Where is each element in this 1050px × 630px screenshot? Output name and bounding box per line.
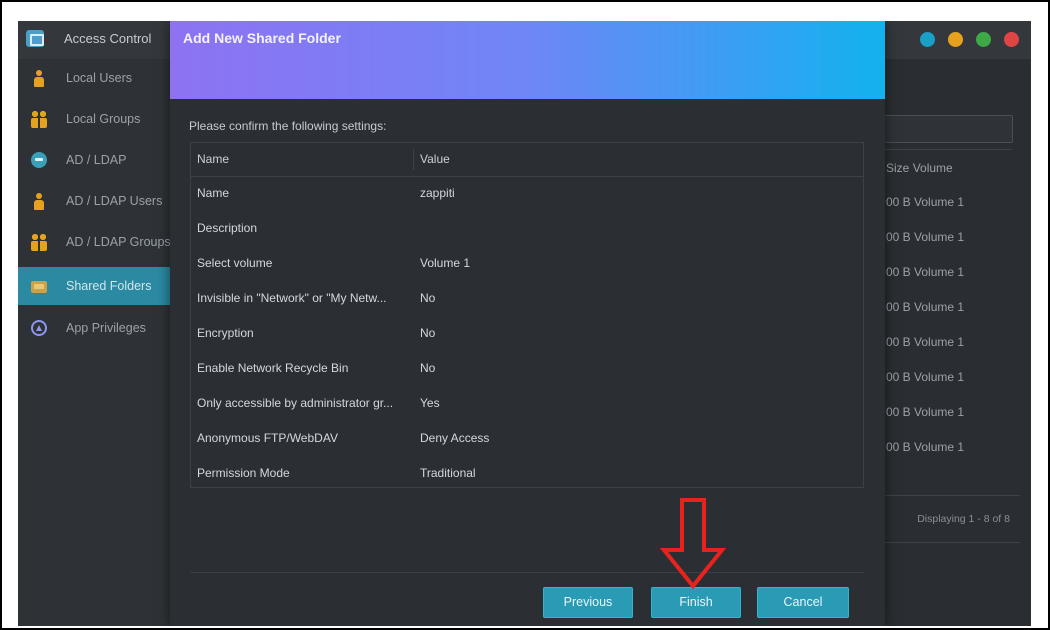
setting-value: zappiti (420, 186, 455, 200)
dialog-header: Add New Shared Folder (170, 21, 885, 99)
dialog-title: Add New Shared Folder (183, 30, 341, 46)
table-row: Permission Mode Traditional (191, 456, 863, 491)
table-row: Invisible in "Network" or "My Netw... No (191, 281, 863, 316)
column-header-volume[interactable]: Volume (913, 161, 953, 175)
sidebar-item-label: AD / LDAP (66, 153, 127, 167)
sidebar-item-label: AD / LDAP Groups (66, 235, 170, 249)
footer-divider (190, 572, 864, 573)
folder-icon (31, 281, 47, 293)
app-privileges-icon (31, 320, 47, 336)
sidebar: Local Users Local Groups AD / LDAP AD / … (18, 59, 170, 626)
sidebar-item-label: Shared Folders (66, 279, 152, 293)
setting-name: Description (197, 221, 258, 235)
sidebar-item-ad-ldap[interactable]: AD / LDAP (18, 141, 170, 179)
setting-name: Select volume (197, 256, 273, 270)
setting-value: No (420, 326, 436, 340)
screenshot-frame: Access Control Local Users Local Groups … (0, 0, 1050, 630)
table-row[interactable]: 00 B Volume 1 (886, 300, 964, 314)
access-control-window: Access Control Local Users Local Groups … (18, 21, 1031, 626)
group-icon (31, 111, 47, 128)
column-header-name: Name (197, 152, 230, 166)
sidebar-item-ad-ldap-users[interactable]: AD / LDAP Users (18, 182, 170, 220)
table-row: Enable Network Recycle Bin No (191, 351, 863, 386)
window-dot-icon[interactable] (920, 32, 935, 47)
window-controls (920, 32, 1019, 47)
table-row[interactable]: 00 B Volume 1 (886, 265, 964, 279)
setting-name: Invisible in "Network" or "My Netw... (197, 291, 387, 305)
setting-name: Only accessible by administrator gr... (197, 396, 394, 410)
group-icon (31, 234, 47, 251)
table-footer: Displaying 1 - 8 of 8 (880, 495, 1020, 543)
setting-name: Permission Mode (197, 466, 290, 480)
column-header-size[interactable]: Size (886, 161, 909, 175)
sidebar-item-label: App Privileges (66, 321, 146, 335)
sidebar-item-local-groups[interactable]: Local Groups (18, 100, 170, 138)
finish-button[interactable]: Finish (651, 587, 741, 618)
table-row: Anonymous FTP/WebDAV Deny Access (191, 421, 863, 456)
table-header: Size Volume (886, 161, 953, 175)
setting-value: No (420, 291, 436, 305)
table-row[interactable]: 00 B Volume 1 (886, 195, 964, 209)
column-divider (413, 149, 414, 170)
table-row[interactable]: 00 B Volume 1 (886, 405, 964, 419)
table-row[interactable]: 00 B Volume 1 (886, 370, 964, 384)
setting-value: Volume 1 (420, 256, 471, 270)
window-dot-icon[interactable] (976, 32, 991, 47)
sidebar-item-label: Local Users (66, 71, 132, 85)
setting-value: No (420, 361, 436, 375)
setting-value: Deny Access (420, 431, 490, 445)
setting-value: Traditional (420, 466, 476, 480)
table-row: Name zappiti (191, 176, 863, 211)
sidebar-item-shared-folders[interactable]: Shared Folders (18, 267, 170, 305)
setting-value: Yes (420, 396, 440, 410)
search-input[interactable] (873, 115, 1013, 143)
table-row: Description (191, 211, 863, 246)
setting-name: Name (197, 186, 230, 200)
access-control-app-icon (26, 30, 44, 47)
user-icon (31, 193, 47, 210)
app-title: Access Control (64, 31, 152, 46)
user-icon (31, 70, 47, 87)
table-row[interactable]: 00 B Volume 1 (886, 440, 964, 454)
window-dot-icon[interactable] (1004, 32, 1019, 47)
divider (884, 149, 1012, 150)
table-row: Encryption No (191, 316, 863, 351)
previous-button[interactable]: Previous (543, 587, 633, 618)
settings-summary-table: Name Value Name zappiti Description Sele… (190, 142, 864, 488)
confirm-instructions: Please confirm the following settings: (189, 119, 387, 133)
pagination-status: Displaying 1 - 8 of 8 (917, 513, 1010, 525)
window-dot-icon[interactable] (948, 32, 963, 47)
add-shared-folder-dialog: Add New Shared Folder Please confirm the… (170, 21, 885, 626)
sidebar-item-ad-ldap-groups[interactable]: AD / LDAP Groups (18, 223, 170, 261)
table-row[interactable]: 00 B Volume 1 (886, 335, 964, 349)
ad-ldap-icon (31, 152, 47, 168)
table-row: Select volume Volume 1 (191, 246, 863, 281)
table-row: Only accessible by administrator gr... Y… (191, 386, 863, 421)
sidebar-item-app-privileges[interactable]: App Privileges (18, 309, 170, 347)
sidebar-item-local-users[interactable]: Local Users (18, 59, 170, 97)
setting-name: Enable Network Recycle Bin (197, 361, 349, 375)
sidebar-item-label: AD / LDAP Users (66, 194, 163, 208)
sidebar-item-label: Local Groups (66, 112, 141, 126)
column-header-value: Value (420, 152, 450, 166)
setting-name: Anonymous FTP/WebDAV (197, 431, 338, 445)
table-row[interactable]: 00 B Volume 1 (886, 230, 964, 244)
red-arrow-annotation-icon (660, 498, 726, 590)
setting-name: Encryption (197, 326, 254, 340)
cancel-button[interactable]: Cancel (757, 587, 849, 618)
